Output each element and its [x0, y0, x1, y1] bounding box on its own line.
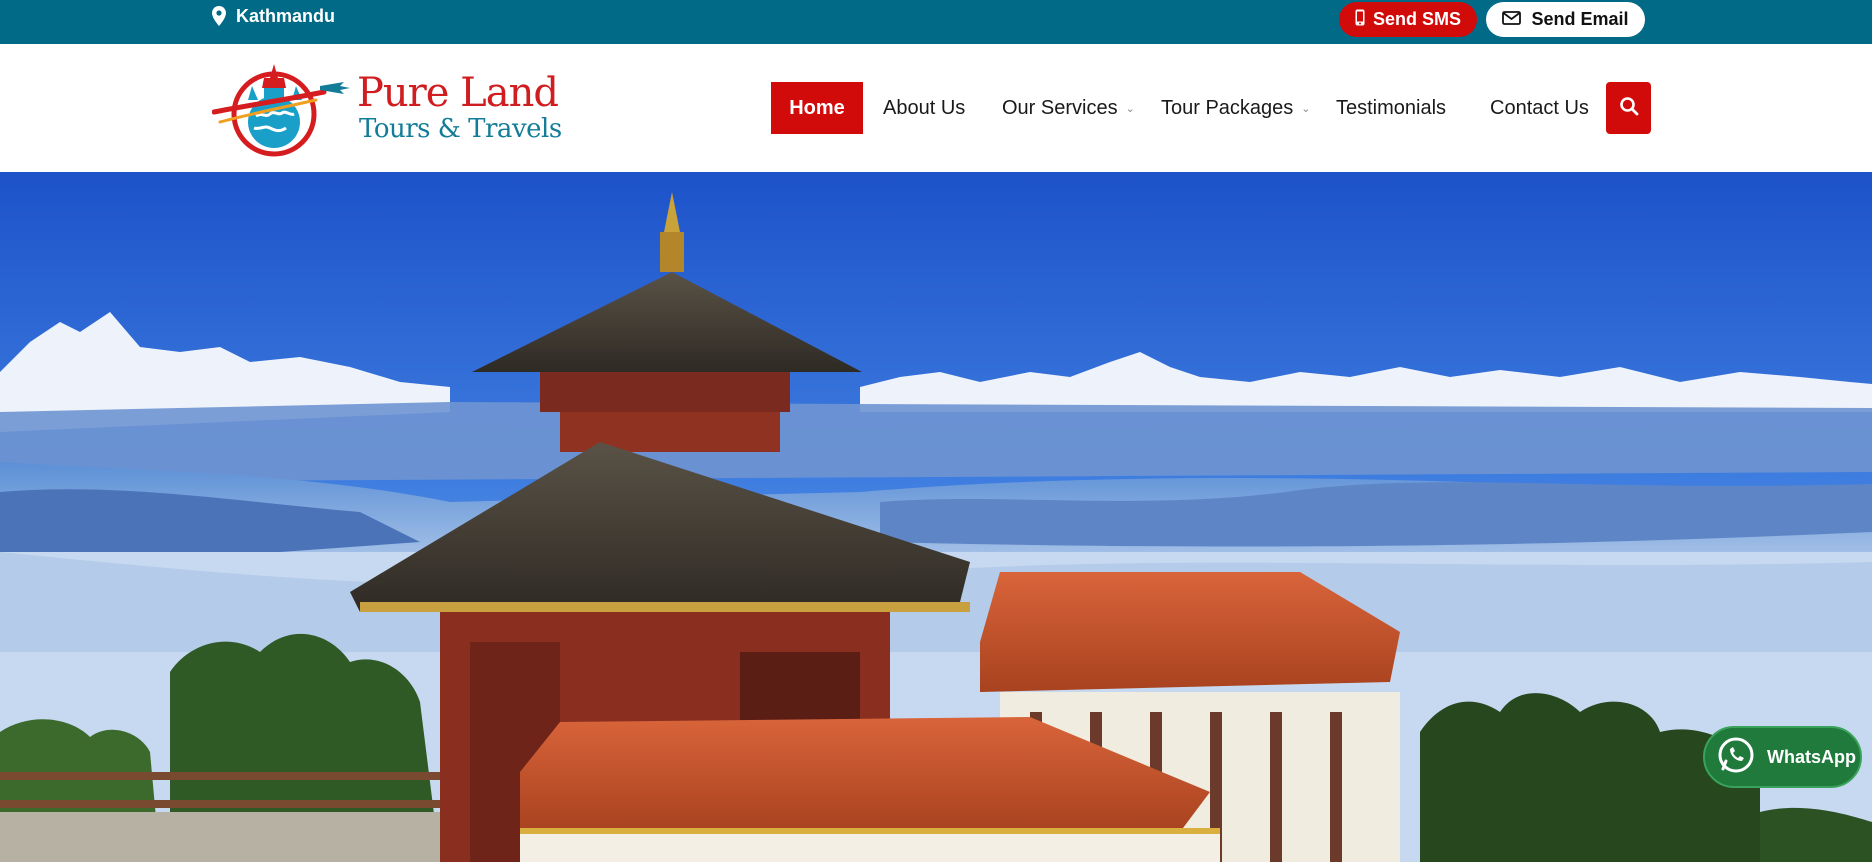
nav-testimonials[interactable]: Testimonials	[1336, 82, 1446, 134]
nav-home-label: Home	[789, 96, 845, 119]
search-button[interactable]	[1606, 82, 1651, 134]
nav-tour-packages[interactable]: Tour Packages ⌄	[1161, 82, 1311, 134]
logo-subtitle: Tours & Travels	[359, 114, 562, 144]
send-email-button[interactable]: Send Email	[1486, 2, 1645, 37]
nav-testimonials-label: Testimonials	[1336, 96, 1447, 119]
nav-our-services[interactable]: Our Services ⌄	[1002, 82, 1135, 134]
nav-contact-us[interactable]: Contact Us	[1490, 82, 1589, 134]
send-sms-label: Send SMS	[1372, 9, 1461, 29]
chevron-down-icon: ⌄	[1301, 102, 1311, 115]
nav-tour-packages-label: Tour Packages	[1161, 96, 1294, 119]
nav-our-services-label: Our Services	[1002, 96, 1118, 119]
whatsapp-label: WhatsApp U	[1767, 746, 1860, 767]
send-sms-button[interactable]: Send SMS	[1339, 2, 1477, 37]
mobile-icon	[1355, 9, 1365, 31]
hero-banner	[0, 172, 1872, 862]
whatsapp-icon	[1717, 736, 1755, 779]
logo-emblem-icon	[212, 64, 350, 157]
hero-image	[0, 172, 1872, 862]
location: Kathmandu	[212, 4, 335, 28]
nav-contact-us-label: Contact Us	[1490, 96, 1589, 119]
nav-about-us-label: About Us	[883, 96, 966, 119]
search-icon	[1619, 96, 1639, 121]
top-bar: Kathmandu Send SMS Send Email	[0, 0, 1872, 44]
whatsapp-button[interactable]: WhatsApp U	[1703, 726, 1862, 788]
nav-home[interactable]: Home	[771, 82, 863, 134]
nav-about-us[interactable]: About Us	[883, 82, 965, 134]
map-marker-icon	[212, 6, 226, 26]
location-text: Kathmandu	[236, 5, 335, 26]
send-email-label: Send Email	[1531, 9, 1629, 29]
site-header: Pure Land Tours & Travels Home About Us …	[0, 44, 1872, 172]
site-logo[interactable]: Pure Land Tours & Travels	[212, 56, 562, 160]
envelope-icon	[1502, 9, 1522, 30]
chevron-down-icon: ⌄	[1125, 102, 1135, 115]
logo-title: Pure Land	[357, 70, 559, 116]
